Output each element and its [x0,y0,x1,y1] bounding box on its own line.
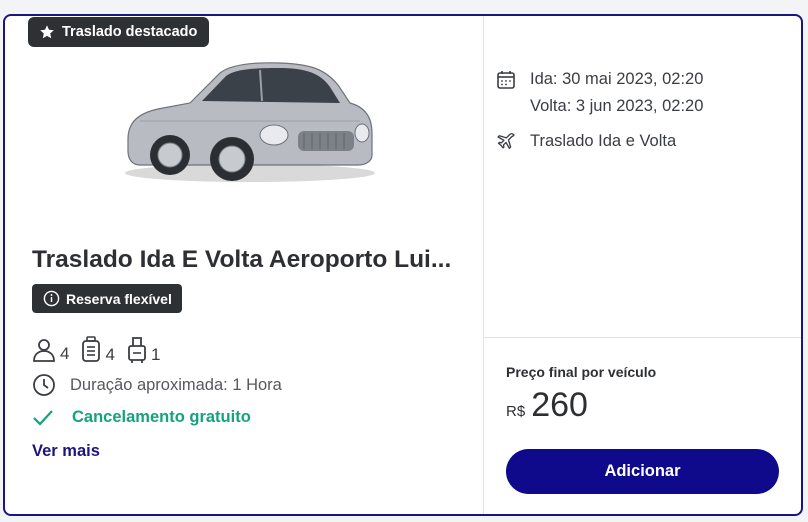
flexible-booking-badge: Reserva flexível [32,284,182,313]
outbound-date: Ida: 30 mai 2023, 02:20 [530,70,704,88]
check-icon [33,409,53,426]
return-date: Volta: 3 jun 2023, 02:20 [530,97,704,115]
flexible-booking-label: Reserva flexível [66,290,172,307]
passengers-capacity: 4 [32,337,69,363]
price-currency: R$ [506,403,526,420]
airplane-icon [497,132,515,149]
price-label: Preço final por veículo [506,364,657,380]
transfer-card: Traslado destacado Traslado Ida E Volta … [3,14,803,516]
dates-row: Ida: 30 mai 2023, 02:20 Volta: 3 jun 202… [496,66,801,120]
bags-count: 4 [105,345,115,364]
featured-badge: Traslado destacado [28,17,210,47]
pricing-section: Preço final por veículo R$ 260 Adicionar [484,338,801,514]
duration-text: Duração aproximada: 1 Hora [70,375,282,394]
carry-on-icon [128,337,146,363]
price-amount: 260 [531,386,588,424]
clock-icon [33,374,55,396]
suitcase-icon [82,336,101,362]
passengers-count: 4 [60,344,70,363]
price: R$ 260 [506,386,779,425]
cancellation-row: Cancelamento gratuito [32,408,251,427]
capacity-row: 4 4 1 [32,336,172,364]
calendar-icon [497,70,515,89]
car-image [125,62,375,182]
see-more-link[interactable]: Ver mais [32,442,100,461]
transfer-type: Traslado Ida e Volta [530,132,677,150]
duration-row: Duração aproximada: 1 Hora [32,373,282,397]
vehicle-panel: Traslado Ida E Volta Aeroporto Lui... Re… [5,16,484,514]
person-icon [33,339,55,362]
info-icon [43,290,60,307]
add-button[interactable]: Adicionar [506,449,779,494]
carry-on-capacity: 1 [127,336,160,364]
carry-on-count: 1 [150,345,161,364]
transfer-title: Traslado Ida E Volta Aeroporto Lui... [32,246,452,273]
star-icon [40,25,54,39]
featured-badge-label: Traslado destacado [62,24,198,40]
bags-capacity: 4 [81,336,115,364]
transfer-type-row: Traslado Ida e Volta [496,128,801,155]
cancellation-text: Cancelamento gratuito [72,408,251,426]
trip-details: Ida: 30 mai 2023, 02:20 Volta: 3 jun 202… [484,16,801,338]
details-panel: Ida: 30 mai 2023, 02:20 Volta: 3 jun 202… [484,16,801,514]
